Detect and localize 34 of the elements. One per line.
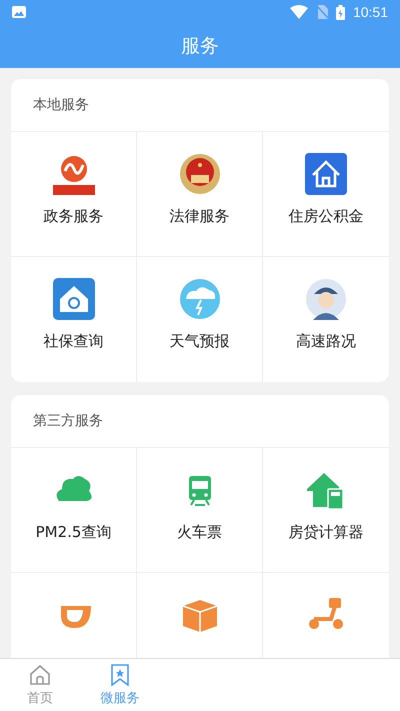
service-tile[interactable]: 火车票 [137,448,263,573]
service-label: 房贷计算器 [288,523,364,542]
house-icon [52,278,94,320]
officer-figure-icon [305,278,347,320]
swirl-logo-icon [52,153,94,195]
service-tile[interactable]: 住房公积金 [263,132,389,257]
service-tile[interactable]: 房贷计算器 [263,448,389,573]
service-tile[interactable]: 高速路况 [263,257,389,382]
service-label: 火车票 [177,523,222,542]
service-label: 政务服务 [44,207,104,226]
section-title: 本地服务 [33,96,89,114]
service-label: 住房公积金 [288,207,364,226]
home-icon [29,664,51,686]
section-title: 第三方服务 [33,412,103,430]
emblem-icon [178,153,220,195]
service-label: 法律服务 [170,207,230,226]
image-icon [12,6,26,18]
no-sim-icon [316,5,328,19]
bookmark-star-icon [109,664,131,686]
service-tile[interactable]: 法律服务 [137,132,263,257]
service-tile[interactable]: 政务服务 [11,132,137,257]
service-tile[interactable]: PM2.5查询 [11,448,137,573]
wifi-icon [290,5,308,19]
service-tile[interactable]: 天气预报 [137,257,263,382]
service-tile[interactable]: 社保查询 [11,257,137,382]
service-label: 天气预报 [170,332,230,351]
status-time: 10:51 [352,4,388,20]
house-icon [305,153,347,195]
battery-charging-icon [336,4,345,20]
service-label: 高速路况 [296,332,356,351]
service-label: 社保查询 [44,332,104,351]
page-title: 服务 [181,34,219,59]
service-label: PM2.5查询 [36,523,112,542]
cloud-rain-icon [178,278,220,320]
